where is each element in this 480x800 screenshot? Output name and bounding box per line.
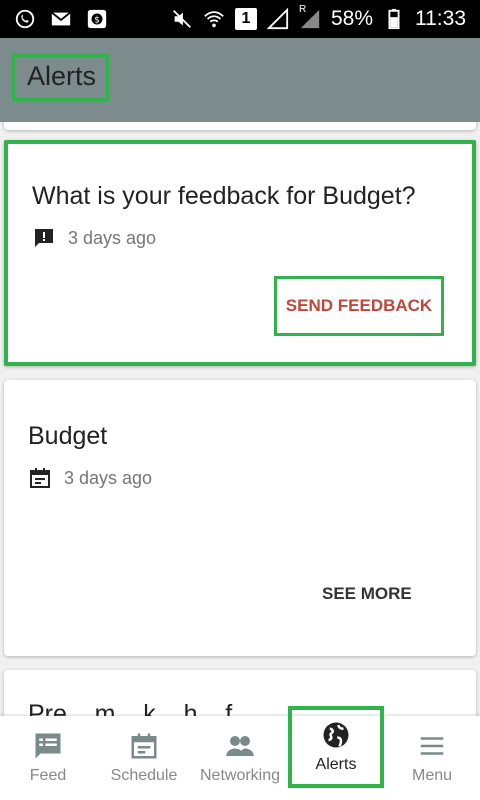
alert-card-partial[interactable]: Pre... m... k... h... f... (4, 670, 476, 716)
page-title: Alerts (12, 54, 110, 101)
nav-alerts[interactable]: Alerts (288, 706, 384, 788)
feed-icon (35, 733, 61, 759)
alert-card-partial-top (4, 122, 476, 130)
nav-label: Menu (411, 767, 453, 784)
alert-meta: 3 days ago (28, 466, 152, 490)
alert-time: 3 days ago (68, 227, 157, 248)
alert-card-feedback[interactable]: What is your feedback for Budget? 3 days… (4, 140, 476, 366)
alerts-list[interactable]: What is your feedback for Budget? 3 days… (0, 122, 480, 716)
alert-title: Budget (28, 422, 108, 450)
nav-label: Alerts (315, 756, 357, 773)
roaming-indicator: R (298, 4, 307, 15)
svg-text:$: $ (94, 15, 100, 26)
mute-icon (171, 8, 193, 30)
calendar-icon (30, 468, 50, 488)
feedback-icon (35, 229, 53, 247)
globe-icon (323, 722, 349, 748)
send-feedback-button[interactable]: SEND FEEDBACK (274, 276, 444, 336)
see-more-button[interactable]: SEE MORE (322, 584, 412, 604)
nav-menu[interactable]: Menu (384, 716, 480, 800)
whatsapp-icon (14, 8, 36, 30)
schedule-icon (131, 733, 157, 759)
nav-feed[interactable]: Feed (0, 716, 96, 800)
money-app-icon: $ (86, 8, 108, 30)
battery-percent: 58% (330, 7, 373, 30)
gmail-icon (50, 8, 72, 30)
battery-icon (383, 8, 405, 30)
networking-icon (226, 736, 254, 756)
wifi-icon (203, 8, 225, 30)
nav-label: Schedule (110, 767, 178, 784)
nav-label: Feed (29, 767, 67, 784)
alert-card-budget[interactable]: Budget 3 days ago SEE MORE (4, 380, 476, 656)
status-time: 11:33 (415, 7, 466, 30)
sim-icon: 1 (234, 8, 257, 30)
signal-icon (266, 7, 289, 30)
nav-networking[interactable]: Networking (192, 716, 288, 800)
signal-roaming-icon: R (299, 4, 321, 30)
menu-icon (420, 737, 444, 755)
nav-schedule[interactable]: Schedule (96, 716, 192, 800)
nav-label: Networking (199, 767, 281, 784)
status-bar: $ 1 R 58% 11:33 (0, 0, 480, 38)
alert-meta: 3 days ago (32, 226, 156, 250)
app-bar: Alerts (0, 38, 480, 122)
bottom-nav: Feed Schedule Networking Alerts Menu (0, 706, 480, 800)
alert-time: 3 days ago (64, 467, 153, 488)
alert-title: Pre... m... k... h... f... (28, 700, 254, 716)
alert-title: What is your feedback for Budget? (32, 182, 416, 210)
